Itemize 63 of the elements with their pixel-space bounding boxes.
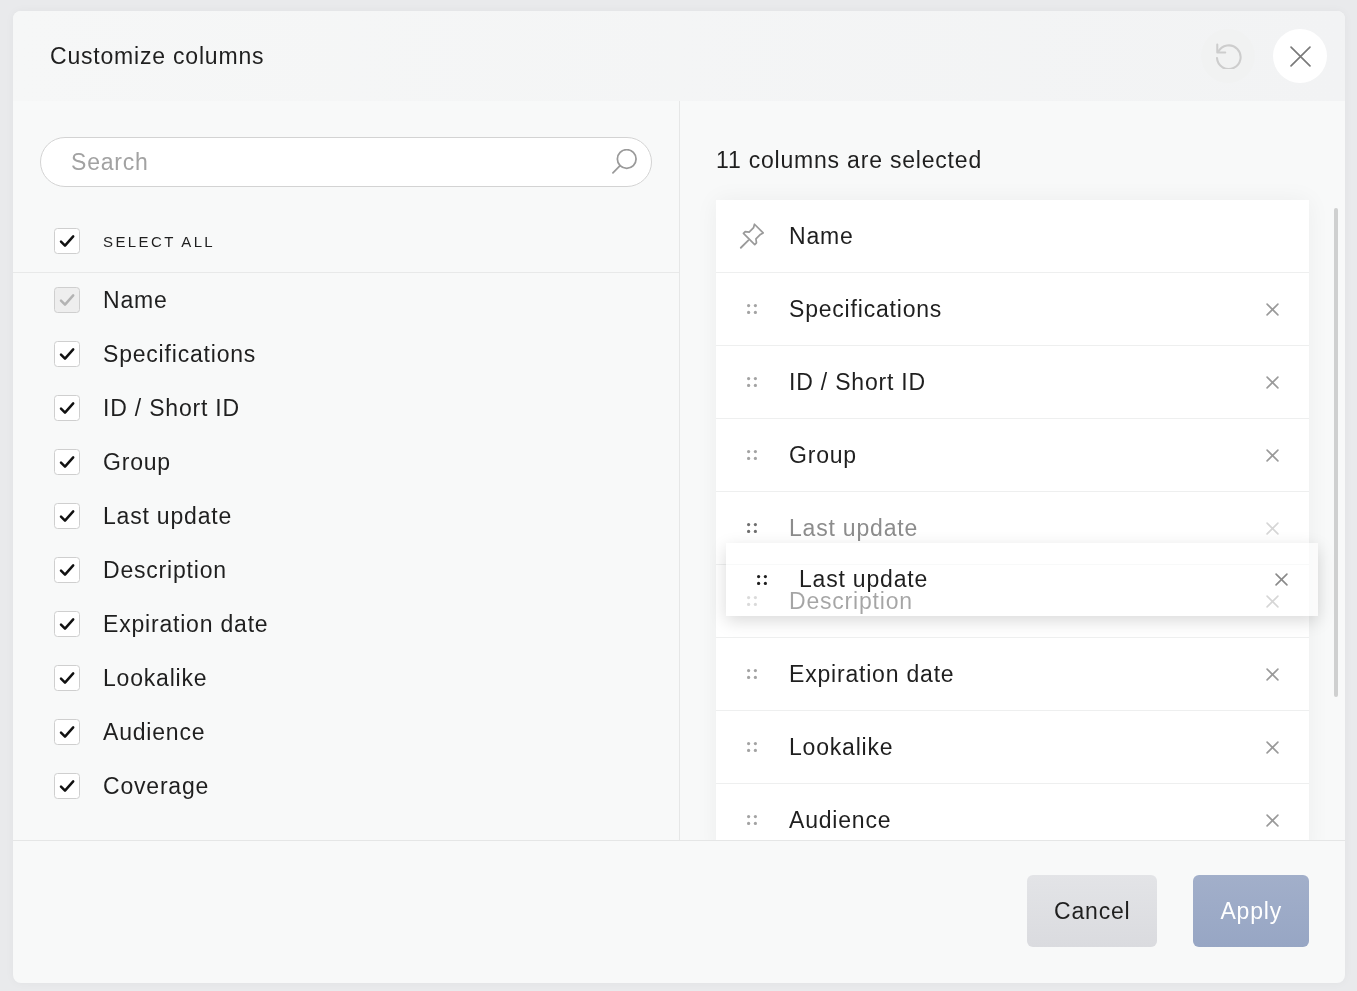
column-label: Name (789, 222, 854, 250)
checkbox[interactable] (54, 665, 80, 691)
remove-icon[interactable] (1266, 448, 1279, 462)
column-label: Description (103, 556, 227, 584)
drag-handle-icon[interactable] (747, 815, 757, 825)
column-label: Group (103, 448, 171, 476)
close-icon (1289, 45, 1311, 67)
column-label: Expiration date (789, 660, 955, 688)
reset-icon (1214, 43, 1242, 69)
dialog-title: Customize columns (50, 42, 265, 70)
drag-handle-icon[interactable] (747, 304, 757, 314)
column-row[interactable]: Audience (716, 784, 1309, 840)
column-label: Audience (789, 806, 892, 834)
select-all-label: SELECT ALL (103, 232, 216, 250)
column-label: Last update (789, 514, 918, 542)
checkbox[interactable] (54, 228, 80, 254)
checkbox[interactable] (54, 611, 80, 637)
column-label: Expiration date (103, 610, 269, 638)
column-row[interactable]: Name (716, 200, 1309, 273)
search-icon (612, 149, 637, 174)
checkbox[interactable] (54, 395, 80, 421)
column-row[interactable]: Lookalike (716, 711, 1309, 784)
remove-icon[interactable] (1266, 813, 1279, 827)
checkbox[interactable] (54, 341, 80, 367)
column-label: Name (103, 286, 168, 314)
drag-handle-icon[interactable] (747, 596, 757, 606)
remove-icon[interactable] (1266, 667, 1279, 681)
column-row[interactable]: Group (716, 419, 1309, 492)
remove-icon[interactable] (1266, 594, 1279, 608)
column-label: Lookalike (103, 664, 208, 692)
column-label: Lookalike (789, 733, 894, 761)
checkbox[interactable] (54, 503, 80, 529)
checkbox[interactable] (54, 773, 80, 799)
cancel-button[interactable]: Cancel (1027, 875, 1158, 947)
drag-handle-icon[interactable] (747, 377, 757, 387)
column-label: Coverage (103, 772, 210, 800)
checkbox[interactable] (54, 449, 80, 475)
drag-handle-icon[interactable] (747, 523, 757, 533)
remove-icon[interactable] (1275, 573, 1288, 586)
remove-icon[interactable] (1266, 740, 1279, 754)
remove-icon[interactable] (1266, 302, 1279, 316)
selected-count-text: 11 columns are selected (716, 146, 982, 175)
search-field[interactable]: Search (40, 137, 652, 187)
column-label: Last update (103, 502, 232, 530)
column-row[interactable]: Specifications (716, 273, 1309, 346)
column-label: Last update (799, 566, 928, 592)
column-label: Group (789, 441, 857, 469)
checkbox[interactable] (54, 557, 80, 583)
column-label: ID / Short ID (103, 394, 240, 422)
column-label: Audience (103, 718, 206, 746)
drag-handle-icon[interactable] (747, 450, 757, 460)
drag-handle-icon[interactable] (757, 574, 767, 585)
column-label: Specifications (789, 295, 943, 323)
scrollbar-thumb[interactable] (1334, 208, 1338, 697)
column-row[interactable]: Expiration date (716, 638, 1309, 711)
remove-icon[interactable] (1266, 375, 1279, 389)
column-row[interactable]: ID / Short ID (716, 346, 1309, 419)
pin-icon (739, 223, 765, 249)
drag-handle-icon[interactable] (747, 669, 757, 679)
checkbox[interactable] (54, 719, 80, 745)
column-label: ID / Short ID (789, 368, 926, 396)
column-label: Specifications (103, 340, 257, 368)
drag-handle-icon[interactable] (747, 742, 757, 752)
